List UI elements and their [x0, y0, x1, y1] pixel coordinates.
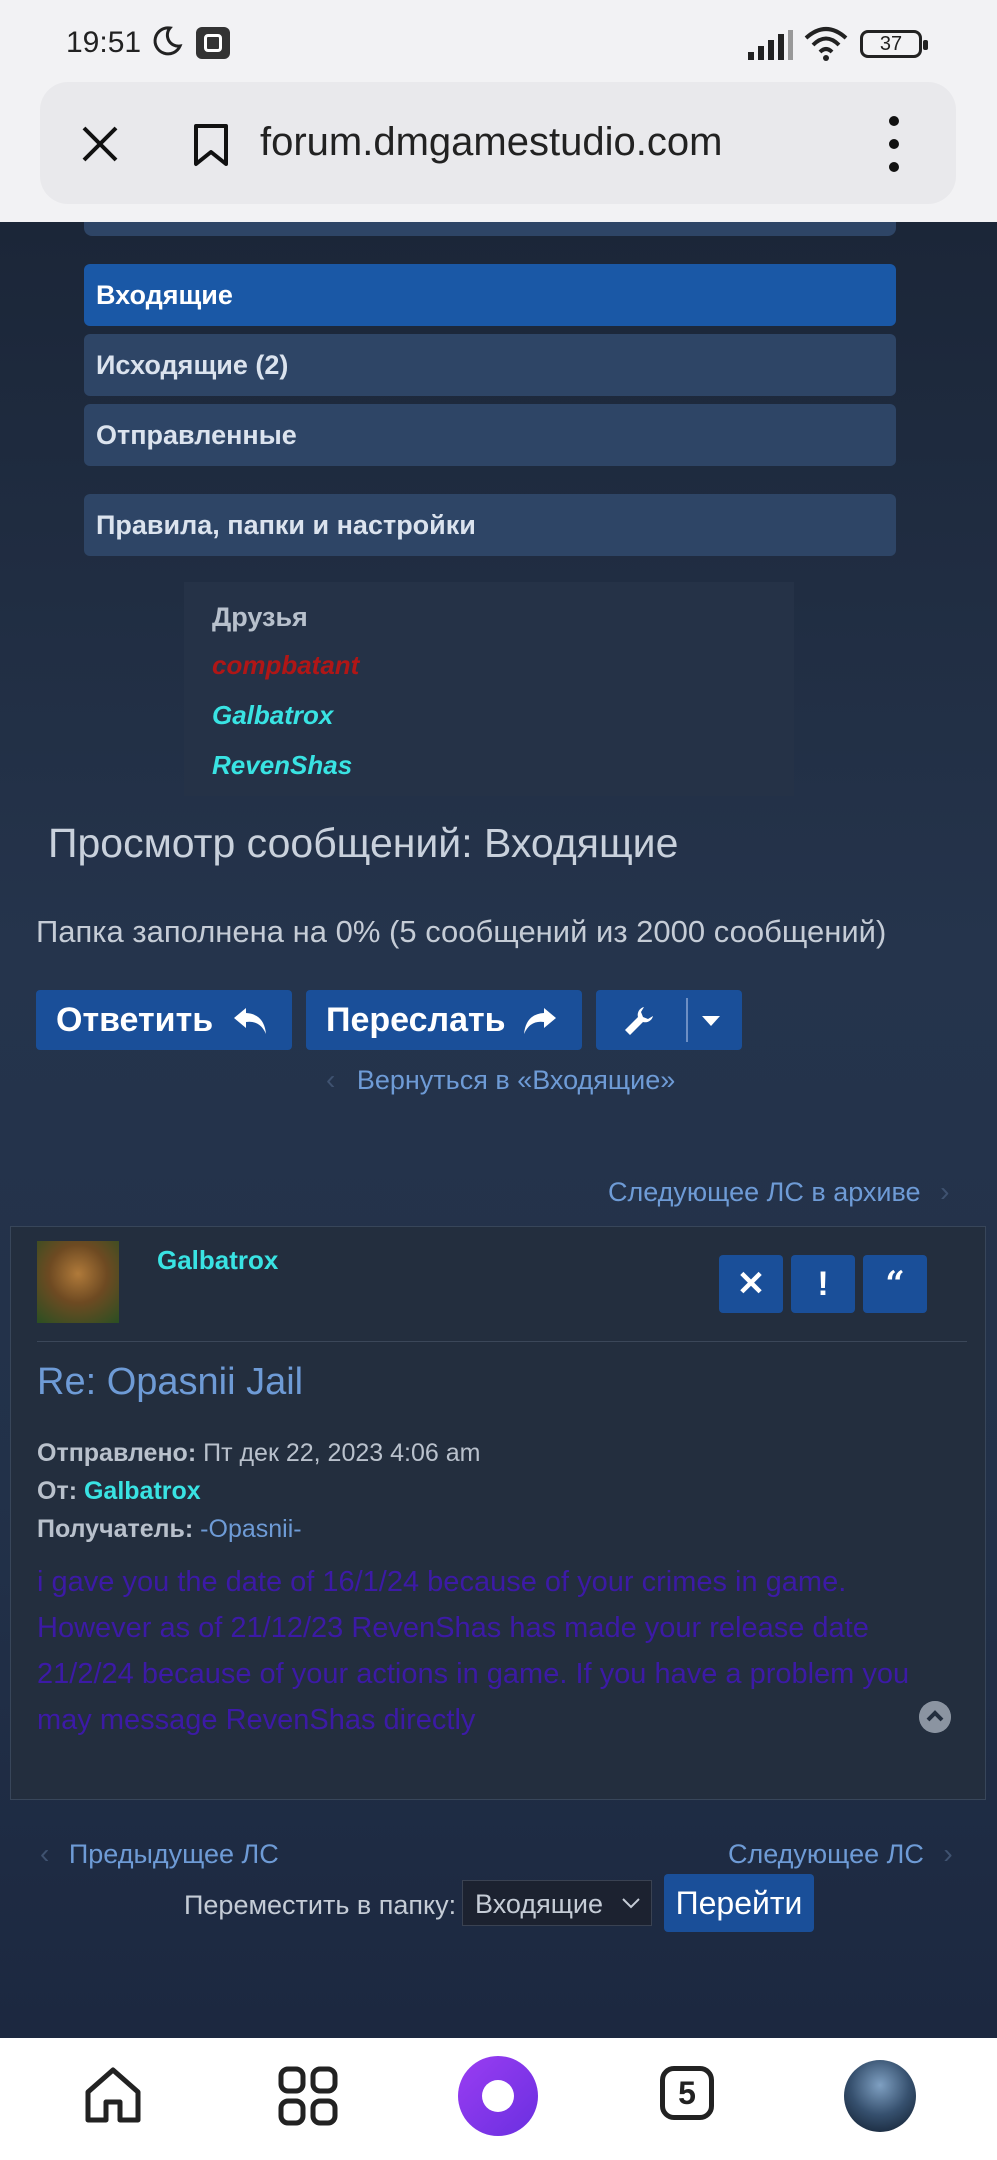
next-message-link[interactable]: Следующее ЛС › [728, 1838, 953, 1870]
next-label: Следующее ЛС [728, 1839, 924, 1869]
chevron-left-icon: ‹ [326, 1064, 336, 1095]
post-sent-row: Отправлено: Пт дек 22, 2023 4:06 am [37, 1439, 480, 1468]
go-button[interactable]: Перейти [664, 1874, 814, 1932]
sent-date: Пт дек 22, 2023 4:06 am [203, 1439, 481, 1467]
nav-item-inbox[interactable]: Входящие [84, 264, 896, 326]
nav-item-outbox[interactable]: Исходящие (2) [84, 334, 896, 396]
bottom-nav: 5 [0, 2038, 997, 2160]
prev-label: Предыдущее ЛС [68, 1839, 279, 1869]
prev-message-link[interactable]: ‹ Предыдущее ЛС [40, 1838, 279, 1870]
battery-indicator: 37 [860, 30, 928, 58]
apps-grid-icon[interactable] [278, 2066, 338, 2126]
tools-dropdown-button[interactable] [596, 990, 742, 1050]
status-time: 19:51 [66, 26, 142, 59]
chevron-right-icon: › [940, 1176, 950, 1207]
post-to-row: Получатель: -Opasnii- [37, 1515, 302, 1544]
from-user-link[interactable]: Galbatrox [84, 1477, 201, 1505]
chevron-down-icon [622, 1898, 640, 1909]
friends-panel: Друзья compbatant Galbatrox RevenShas [184, 582, 794, 796]
quote-button[interactable]: “ [863, 1255, 927, 1313]
profile-avatar[interactable] [844, 2060, 916, 2132]
forward-label: Переслать [326, 1001, 506, 1039]
exclamation-icon: ! [817, 1265, 829, 1303]
friends-title: Друзья [212, 602, 308, 632]
close-icon: ✕ [736, 1265, 766, 1303]
post-author[interactable]: Galbatrox [157, 1245, 278, 1276]
to-label: Получатель: [37, 1515, 194, 1543]
chevron-right-icon: › [943, 1838, 953, 1869]
delete-button[interactable]: ✕ [719, 1255, 783, 1313]
bookmark-icon[interactable] [190, 122, 232, 168]
next-in-archive-link[interactable]: Следующее ЛС в архиве › [608, 1176, 949, 1208]
nav-top-edge [84, 222, 896, 236]
post-subject: Re: Opasnii Jail [37, 1361, 304, 1403]
assistant-icon[interactable] [456, 2054, 540, 2138]
signal-icon [748, 30, 793, 60]
from-label: От: [37, 1477, 78, 1505]
move-to-folder-label: Переместить в папку: [184, 1890, 457, 1920]
back-to-inbox-link[interactable]: ‹ Вернуться в «Входящие» [326, 1064, 675, 1096]
wrench-icon [625, 1007, 653, 1035]
friend-link[interactable]: compbatant [212, 650, 359, 681]
chevron-down-icon [702, 1016, 720, 1026]
url-text[interactable]: forum.dmgamestudio.com [260, 120, 722, 165]
folder-usage: Папка заполнена на 0% (5 сообщений из 20… [36, 914, 887, 949]
moon-icon [153, 26, 183, 56]
reply-button[interactable]: Ответить [36, 990, 292, 1050]
address-bar[interactable]: forum.dmgamestudio.com [40, 82, 956, 204]
notification-app-icon [196, 27, 230, 59]
sent-label: Отправлено: [37, 1439, 197, 1467]
close-icon[interactable] [80, 124, 120, 164]
folder-select-value: Входящие [475, 1889, 604, 1919]
nav-item-rules[interactable]: Правила, папки и настройки [84, 494, 896, 556]
folder-select[interactable]: Входящие [462, 1880, 652, 1926]
post-from-row: От: Galbatrox [37, 1477, 201, 1506]
page-content: Входящие Исходящие (2) Отправленные Прав… [0, 222, 997, 2038]
report-button[interactable]: ! [791, 1255, 855, 1313]
forward-icon [524, 1008, 556, 1034]
friend-link[interactable]: Galbatrox [212, 700, 333, 731]
home-icon[interactable] [80, 2062, 146, 2128]
more-menu-icon[interactable] [886, 116, 902, 172]
status-bar: 19:51 37 [0, 0, 997, 80]
avatar[interactable] [37, 1241, 119, 1323]
browser-toolbar: forum.dmgamestudio.com [0, 80, 997, 222]
quote-icon: “ [885, 1264, 905, 1304]
back-link-label: Вернуться в «Входящие» [356, 1065, 676, 1095]
to-user-link[interactable]: -Opasnii- [200, 1515, 301, 1543]
page-title: Просмотр сообщений: Входящие [48, 820, 679, 866]
chevron-left-icon: ‹ [40, 1838, 50, 1869]
next-archive-label: Следующее ЛС в архиве [608, 1177, 921, 1207]
forward-button[interactable]: Переслать [306, 990, 582, 1050]
reply-label: Ответить [56, 1001, 214, 1039]
reply-icon [234, 1008, 266, 1034]
friend-link[interactable]: RevenShas [212, 750, 352, 781]
divider [37, 1341, 967, 1342]
scroll-top-icon[interactable] [919, 1701, 951, 1733]
wifi-icon [804, 27, 848, 61]
nav-item-sent[interactable]: Отправленные [84, 404, 896, 466]
message-post: Galbatrox ✕ ! “ Re: Opasnii Jail Отправл… [10, 1226, 986, 1800]
tabs-counter-icon[interactable]: 5 [660, 2066, 714, 2120]
post-body: i gave you the date of 16/1/24 because o… [37, 1566, 910, 1736]
